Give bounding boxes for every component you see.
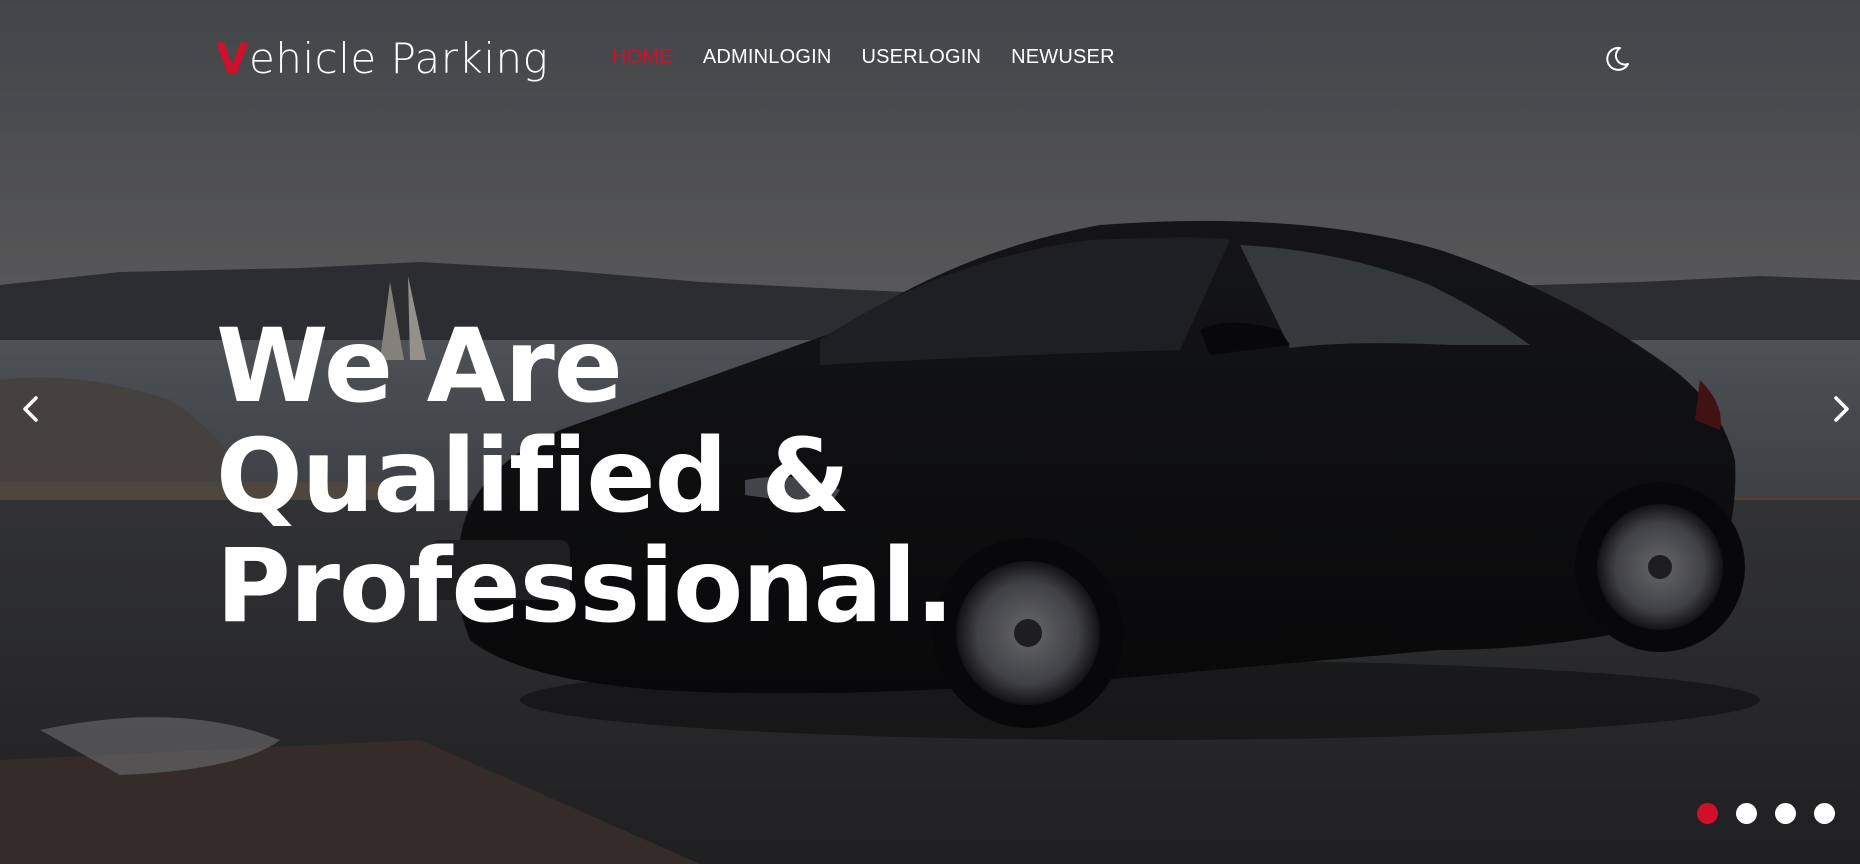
- carousel-indicator-4[interactable]: [1814, 803, 1835, 824]
- headline-line-1: We Are: [216, 307, 623, 426]
- carousel-prev-button[interactable]: [16, 392, 46, 426]
- theme-toggle-button[interactable]: [1603, 45, 1631, 73]
- chevron-left-icon: [23, 396, 38, 422]
- nav-item-newuser[interactable]: NEWUSER: [1011, 44, 1115, 70]
- top-navbar: Vehicle Parking HOME ADMINLOGIN USERLOGI…: [0, 0, 1860, 115]
- headline-line-2: Qualified &: [216, 417, 850, 536]
- carousel-indicator-1[interactable]: [1697, 803, 1718, 824]
- headline-line-3: Professional.: [216, 527, 954, 646]
- hero-headline: We Are Qualified & Professional.: [216, 312, 1316, 642]
- carousel-indicators: [1697, 803, 1835, 824]
- nav-item-home[interactable]: HOME: [612, 44, 673, 70]
- nav-item-adminlogin[interactable]: ADMINLOGIN: [703, 44, 832, 70]
- logo-text: ehicle Parking: [249, 34, 549, 83]
- hero-carousel: Vehicle Parking HOME ADMINLOGIN USERLOGI…: [0, 0, 1860, 864]
- site-logo[interactable]: Vehicle Parking: [216, 32, 548, 86]
- carousel-next-button[interactable]: [1826, 392, 1856, 426]
- nav-menu: HOME ADMINLOGIN USERLOGIN NEWUSER: [612, 44, 1115, 70]
- moon-icon: [1606, 46, 1629, 71]
- carousel-indicator-2[interactable]: [1736, 803, 1757, 824]
- nav-item-userlogin[interactable]: USERLOGIN: [862, 44, 982, 70]
- chevron-right-icon: [1834, 396, 1849, 422]
- carousel-indicator-3[interactable]: [1775, 803, 1796, 824]
- logo-first-letter: V: [216, 34, 250, 83]
